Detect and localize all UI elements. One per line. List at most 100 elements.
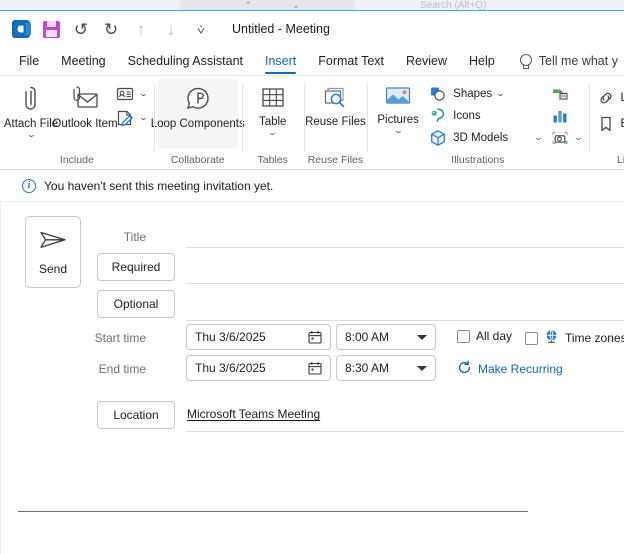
background-chevron-icon-2: ⌄ bbox=[292, 1, 300, 9]
title-input[interactable] bbox=[186, 214, 624, 248]
save-icon bbox=[42, 20, 60, 38]
ribbon-group-tables: Table ⌄ Tables bbox=[241, 76, 304, 170]
all-day-label: All day bbox=[476, 329, 513, 343]
signature-button[interactable]: ⌄ bbox=[112, 107, 150, 129]
icons-icon bbox=[428, 106, 448, 126]
chart-button[interactable] bbox=[547, 105, 585, 127]
business-card-button[interactable]: ⌄ bbox=[112, 83, 150, 105]
loop-components-button[interactable]: Loop Components bbox=[151, 79, 245, 149]
down-arrow-icon: ↓ bbox=[166, 19, 176, 39]
send-button[interactable]: Send bbox=[25, 216, 81, 288]
tab-scheduling-assistant[interactable]: Scheduling Assistant bbox=[117, 47, 254, 75]
location-button[interactable]: Location bbox=[97, 401, 175, 429]
loop-icon bbox=[183, 84, 213, 114]
redo-icon: ↻ bbox=[103, 19, 119, 39]
ribbon-tab-strip: File Meeting Scheduling Assistant Insert… bbox=[0, 47, 624, 76]
smartart-button[interactable] bbox=[547, 83, 585, 105]
ribbon-group-include: Attach File ⌄ Outlook Item ⌄ ⌄ Include bbox=[0, 76, 154, 170]
previous-item-button[interactable]: ↑ bbox=[126, 14, 156, 44]
loop-components-label: Loop Components bbox=[150, 118, 245, 130]
required-attendees-input[interactable] bbox=[186, 250, 624, 284]
end-date-value: Thu 3/6/2025 bbox=[195, 361, 266, 375]
table-button[interactable]: Table ⌄ bbox=[246, 79, 300, 149]
background-window-strip: ⌃ ⌄ Search (Alt+Q) bbox=[0, 0, 624, 10]
ribbon: Attach File ⌄ Outlook Item ⌄ ⌄ Include L… bbox=[0, 76, 624, 170]
ribbon-group-tables-label: Tables bbox=[257, 154, 288, 166]
tab-file[interactable]: File bbox=[8, 47, 50, 75]
optional-button[interactable]: Optional bbox=[97, 290, 175, 318]
link-button[interactable]: Link ⌄ bbox=[593, 87, 624, 109]
meeting-form: Send Title Required Optional Start time … bbox=[0, 202, 624, 554]
attach-file-button[interactable]: Attach File ⌄ bbox=[4, 79, 58, 149]
ribbon-group-links-label: Links bbox=[616, 154, 624, 166]
tab-meeting[interactable]: Meeting bbox=[50, 47, 116, 75]
start-date-value: Thu 3/6/2025 bbox=[195, 330, 266, 344]
tab-help[interactable]: Help bbox=[458, 47, 506, 75]
optional-button-label: Optional bbox=[113, 297, 159, 311]
chevron-down-icon: ⌄ bbox=[138, 89, 149, 98]
tab-format-text[interactable]: Format Text bbox=[307, 47, 395, 75]
reuse-files-button[interactable]: Reuse Files bbox=[305, 79, 366, 149]
start-time-label: Start time bbox=[94, 331, 146, 345]
cube-icon bbox=[428, 128, 448, 148]
screenshot-button[interactable]: ⌄ bbox=[547, 127, 585, 149]
bookmark-icon bbox=[596, 114, 616, 134]
table-icon bbox=[259, 84, 287, 112]
calendar-icon bbox=[308, 330, 322, 344]
pictures-button[interactable]: Pictures ⌄ bbox=[371, 79, 425, 149]
tell-me-search[interactable]: Tell me what y bbox=[518, 47, 618, 75]
customize-quick-access-toolbar-button[interactable]: ⩒ bbox=[186, 14, 216, 44]
3d-models-button[interactable]: 3D Models ⌄ bbox=[425, 127, 545, 149]
redo-button[interactable]: ↻ bbox=[96, 14, 126, 44]
ribbon-group-collaborate-label: Collaborate bbox=[170, 154, 225, 166]
link-icon bbox=[596, 88, 616, 108]
tab-scheduling-assistant-label: Scheduling Assistant bbox=[127, 54, 243, 68]
undo-icon: ↺ bbox=[73, 19, 89, 39]
bookmark-button[interactable]: Bookma bbox=[593, 113, 624, 135]
3d-models-label: 3D Models bbox=[453, 132, 509, 144]
chevron-down-icon bbox=[417, 365, 427, 371]
next-item-button[interactable]: ↓ bbox=[156, 14, 186, 44]
time-zones-label: Time zones bbox=[565, 331, 624, 345]
make-recurring-label: Make Recurring bbox=[478, 362, 563, 376]
save-button[interactable] bbox=[36, 14, 66, 44]
required-button-label: Required bbox=[111, 260, 161, 274]
icons-label: Icons bbox=[453, 110, 481, 122]
all-day-checkbox[interactable]: All day bbox=[457, 329, 512, 343]
ribbon-group-reuse-files: Reuse Files Reuse Files bbox=[303, 76, 367, 170]
start-date-input[interactable]: Thu 3/6/2025 bbox=[186, 324, 331, 350]
ribbon-group-reuse-files-label: Reuse Files bbox=[307, 154, 364, 166]
time-zones-checkbox[interactable]: Time zones bbox=[525, 329, 624, 347]
ribbon-group-include-label: Include bbox=[59, 154, 94, 166]
tab-review[interactable]: Review bbox=[395, 47, 458, 75]
chevron-down-icon: ⌄ bbox=[138, 113, 149, 122]
checkbox-box bbox=[525, 331, 538, 345]
shapes-button[interactable]: Shapes ⌄ bbox=[425, 83, 545, 105]
reuse-files-icon bbox=[321, 84, 349, 112]
start-clock-value: 8:00 AM bbox=[345, 330, 390, 344]
shapes-icon bbox=[428, 84, 448, 104]
shapes-label: Shapes bbox=[453, 88, 493, 100]
globe-clock-icon bbox=[544, 329, 559, 347]
icons-button[interactable]: Icons bbox=[425, 105, 545, 127]
outlook-item-button[interactable]: Outlook Item bbox=[52, 79, 118, 149]
smartart-icon bbox=[550, 84, 570, 104]
location-value-link[interactable]: Microsoft Teams Meeting bbox=[187, 407, 320, 421]
optional-attendees-input[interactable] bbox=[186, 287, 624, 321]
end-clock-input[interactable]: 8:30 AM bbox=[336, 355, 436, 381]
undo-button[interactable]: ↺ bbox=[66, 14, 96, 44]
make-recurring-button[interactable]: Make Recurring bbox=[457, 360, 563, 378]
body-separator bbox=[18, 511, 528, 512]
recurrence-icon bbox=[457, 360, 472, 378]
chevron-down-icon: ⌄ bbox=[495, 89, 506, 98]
ribbon-group-links: Link ⌄ Bookma Links bbox=[588, 76, 624, 170]
ribbon-group-illustrations-label: Illustrations bbox=[451, 154, 505, 166]
tab-insert[interactable]: Insert bbox=[254, 47, 307, 75]
tab-review-label: Review bbox=[406, 54, 448, 68]
lightbulb-icon bbox=[518, 53, 532, 69]
required-button[interactable]: Required bbox=[97, 253, 175, 281]
start-clock-input[interactable]: 8:00 AM bbox=[336, 324, 436, 350]
end-date-input[interactable]: Thu 3/6/2025 bbox=[186, 355, 331, 381]
business-card-icon bbox=[115, 84, 135, 104]
calendar-icon bbox=[308, 361, 322, 375]
